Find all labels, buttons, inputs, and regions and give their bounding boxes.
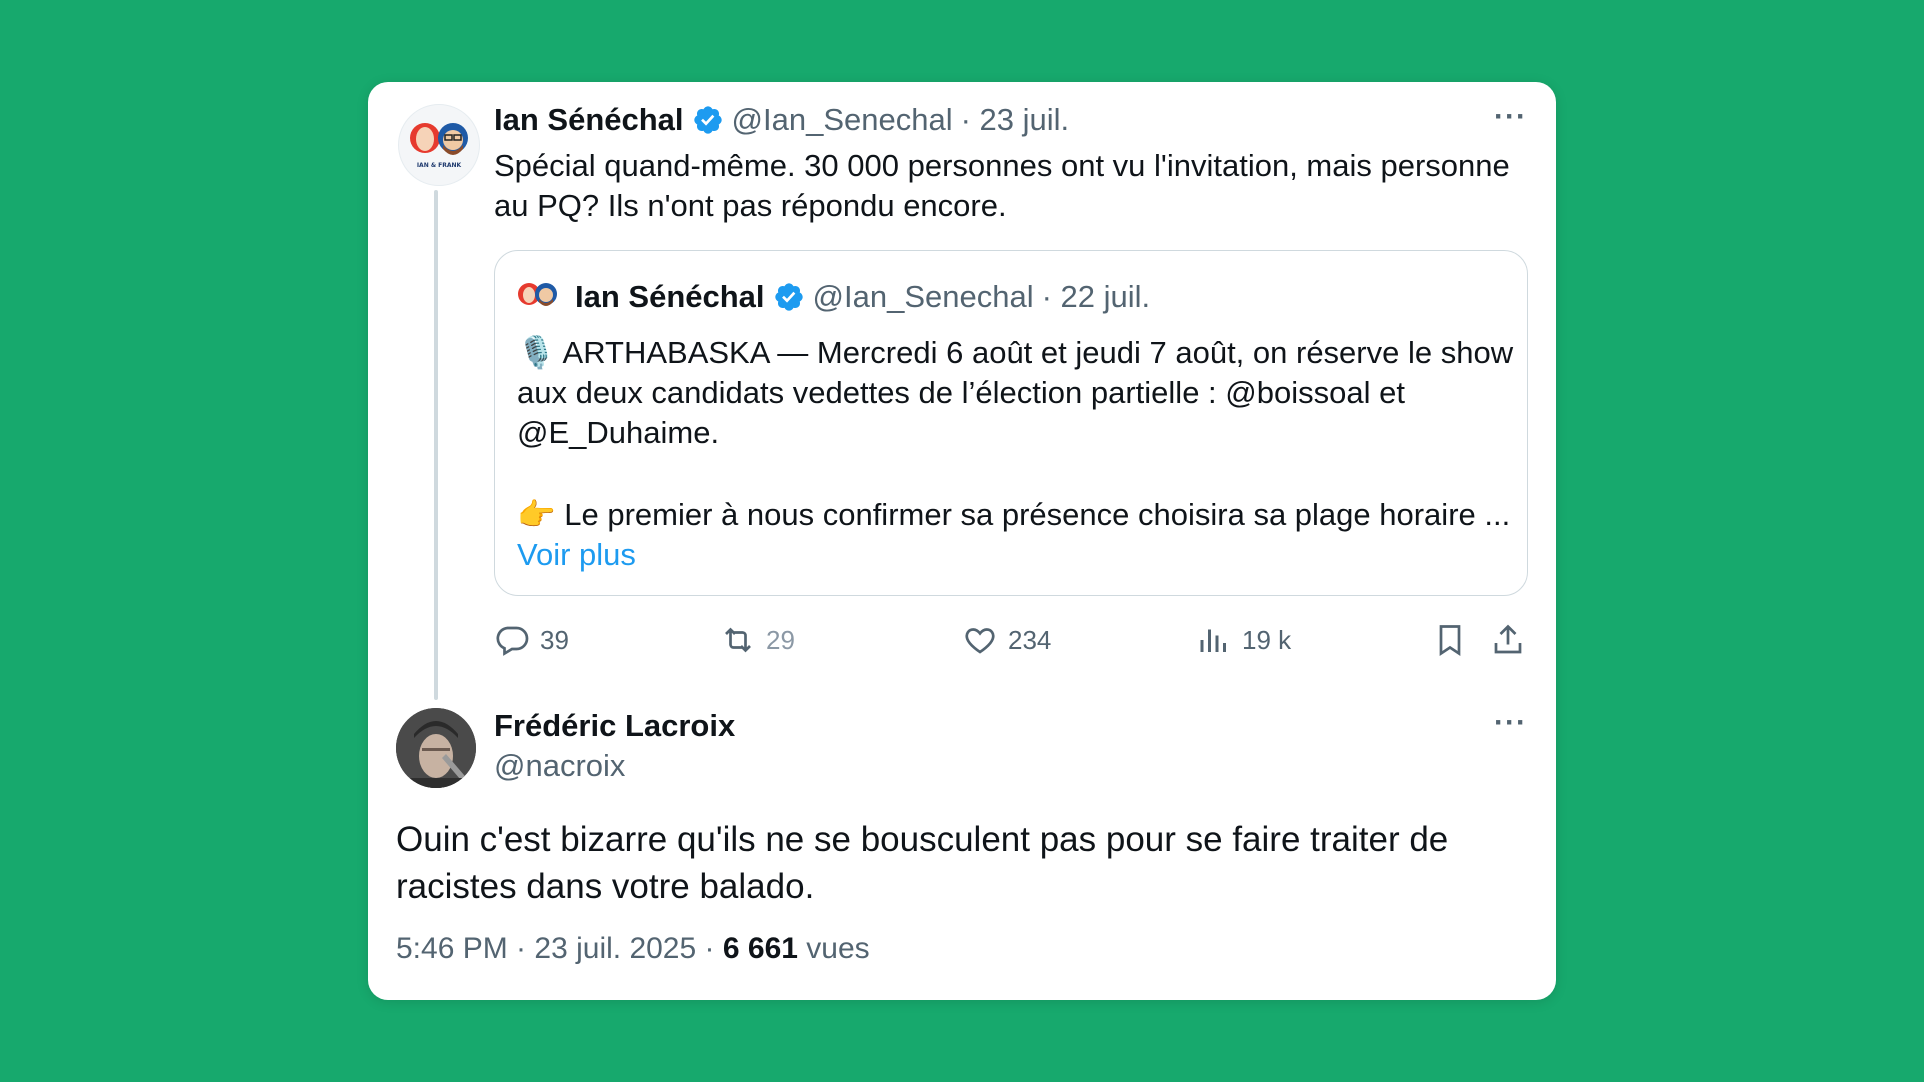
reply-footer: 5:46 PM · 23 juil. 2025 · 6 661 vues (396, 932, 870, 966)
tweet-date[interactable]: · 23 juil. (961, 102, 1070, 138)
like-count: 234 (1008, 624, 1052, 655)
verified-badge-icon (693, 106, 722, 134)
quoted-tweet[interactable]: Ian Sénéchal @Ian_Senechal · 22 juil. 🎙️… (494, 250, 1528, 596)
profile-photo-icon (396, 708, 476, 788)
svg-text:IAN & FRANK: IAN & FRANK (417, 162, 462, 169)
reply-icon (496, 626, 529, 656)
quoted-text-2: 👉 Le premier à nous confirmer sa présenc… (517, 495, 1517, 535)
more-options-icon[interactable]: ··· (1494, 100, 1527, 134)
thread-connector (434, 190, 438, 700)
quoted-header: Ian Sénéchal @Ian_Senechal · 22 juil. (575, 279, 1150, 315)
quoted-text-line2: Le premier à nous confirmer sa présence … (564, 497, 1511, 532)
views-button[interactable]: 19 k (1196, 622, 1291, 658)
tweet-header: Ian Sénéchal @Ian_Senechal · 23 juil. (494, 102, 1069, 138)
reply-author-handle[interactable]: @nacroix (494, 748, 625, 784)
reply-more-options-icon[interactable]: ··· (1494, 706, 1527, 740)
verified-badge-icon (774, 283, 803, 311)
reply-count: 39 (540, 624, 569, 655)
microphone-icon: 🎙️ (517, 335, 556, 370)
pointing-hand-icon: 👉 (517, 497, 556, 532)
reply-text: Ouin c'est bizarre qu'ils ne se bouscule… (396, 820, 1449, 906)
view-count: 19 k (1242, 624, 1292, 655)
retweet-icon (725, 627, 751, 653)
reply-timestamp[interactable]: 5:46 PM · 23 juil. 2025 · (396, 932, 715, 965)
bookmark-button[interactable] (1432, 622, 1468, 658)
quoted-avatar (517, 281, 557, 311)
author-handle[interactable]: @Ian_Senechal (732, 102, 953, 138)
ian-frank-logo-icon: IAN & FRANK (410, 123, 468, 169)
ian-frank-logo-icon (518, 283, 557, 306)
analytics-icon (1200, 629, 1226, 652)
quoted-author-handle: @Ian_Senechal (812, 279, 1034, 314)
see-more-link[interactable]: Voir plus (517, 535, 636, 575)
reply-views-label: vues (806, 932, 870, 965)
author-name[interactable]: Ian Sénéchal (494, 102, 684, 138)
reply-button[interactable]: 39 (494, 622, 569, 658)
avatar-ian-frank[interactable]: IAN & FRANK (398, 104, 480, 186)
retweet-count: 29 (766, 624, 795, 655)
bookmark-icon (1439, 625, 1461, 657)
tweet-card: IAN & FRANK Ian Sénéchal @Ian_Senechal ·… (368, 82, 1556, 1000)
quoted-author-name: Ian Sénéchal (575, 279, 765, 314)
tweet-text: Spécial quand-même. 30 000 personnes ont… (494, 148, 1510, 223)
quoted-date: · 22 juil. (1041, 279, 1151, 314)
quoted-text-1: 🎙️ ARTHABASKA — Mercredi 6 août et jeudi… (517, 333, 1517, 453)
like-button[interactable]: 234 (962, 622, 1051, 658)
retweet-button[interactable]: 29 (720, 622, 795, 658)
avatar-frederic-lacroix[interactable] (396, 708, 476, 788)
heart-icon (965, 628, 995, 654)
reply-view-count: 6 661 (722, 932, 798, 965)
share-button[interactable] (1490, 622, 1526, 658)
reply-author-name[interactable]: Frédéric Lacroix (494, 708, 735, 744)
share-icon (1494, 624, 1522, 654)
quoted-text-line1: ARTHABASKA — Mercredi 6 août et jeudi 7 … (517, 335, 1514, 450)
